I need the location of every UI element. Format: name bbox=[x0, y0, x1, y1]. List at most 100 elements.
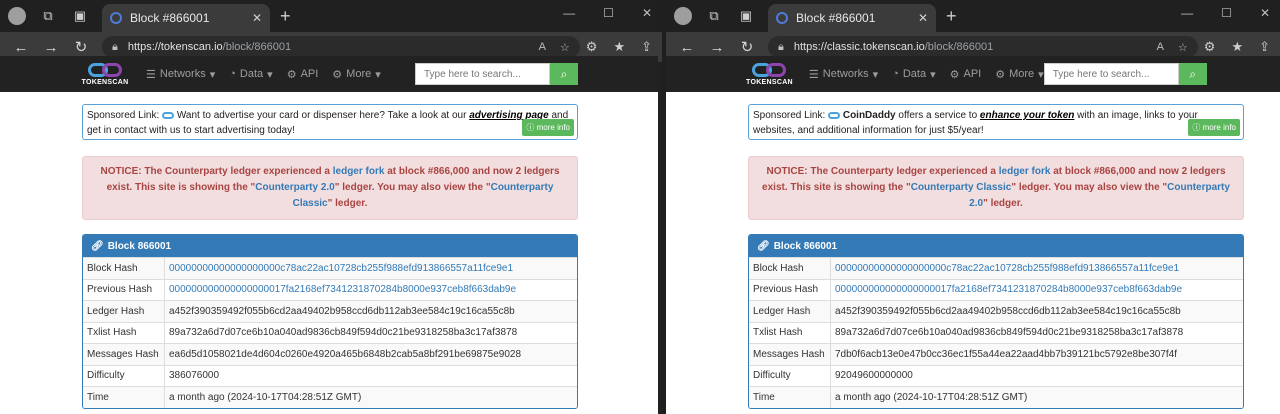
profile-avatar[interactable] bbox=[8, 7, 26, 25]
minimize-icon[interactable]: — bbox=[563, 6, 575, 20]
new-tab-button[interactable]: + bbox=[280, 6, 291, 27]
close-tab-icon[interactable]: ✕ bbox=[918, 11, 928, 25]
read-aloud-icon[interactable]: A bbox=[539, 41, 546, 54]
new-tab-button[interactable]: + bbox=[946, 6, 957, 27]
forward-icon[interactable]: → bbox=[36, 39, 66, 56]
back-icon[interactable]: ← bbox=[6, 39, 36, 56]
row-label: Messages Hash bbox=[749, 344, 831, 365]
menu-more[interactable]: ⚙ More ▾ bbox=[332, 68, 380, 81]
current-ledger-link[interactable]: Counterparty Classic bbox=[911, 182, 1012, 193]
notice-text-1: NOTICE: The Counterparty ledger experien… bbox=[766, 166, 999, 177]
row-value-link[interactable]: 00000000000000000000c78ac22ac10728cb255f… bbox=[831, 258, 1243, 279]
row-label: Txlist Hash bbox=[749, 322, 831, 343]
refresh-icon[interactable]: ↻ bbox=[732, 38, 762, 56]
row-value-link[interactable]: 000000000000000000017fa2168ef73412318702… bbox=[831, 280, 1243, 301]
menu-api[interactable]: ⚙ API bbox=[287, 68, 319, 81]
dashboard-icon: ◔ bbox=[229, 68, 236, 80]
current-ledger-link[interactable]: Counterparty 2.0 bbox=[255, 182, 334, 193]
tab-strip: ⧉ ▣ Block #866001 ✕ + — ☐ ✕ bbox=[0, 0, 662, 32]
tokenscan-logo-icon bbox=[752, 62, 787, 77]
sponsor-brand[interactable]: CoinDaddy bbox=[843, 110, 896, 121]
more-info-label: more info bbox=[1202, 123, 1236, 132]
row-value-link[interactable]: 00000000000000000000c78ac22ac10728cb255f… bbox=[165, 258, 577, 279]
row-value-link[interactable]: 000000000000000000017fa2168ef73412318702… bbox=[165, 280, 577, 301]
database-icon: ☰ bbox=[808, 68, 819, 81]
back-icon[interactable]: ← bbox=[672, 39, 702, 56]
read-aloud-icon[interactable]: A bbox=[1157, 41, 1164, 54]
tokenscan-logo[interactable]: TOKENSCAN bbox=[80, 58, 130, 90]
address-bar[interactable]: 🔒︎ https://classic.tokenscan.io/block/86… bbox=[768, 36, 1198, 58]
tab-active[interactable]: Block #866001 ✕ bbox=[768, 4, 936, 32]
close-window-icon[interactable]: ✕ bbox=[642, 6, 652, 20]
search-input[interactable]: Type here to search... bbox=[415, 63, 550, 85]
search-button[interactable]: ⌕ bbox=[1178, 63, 1207, 85]
site-menu: ☰ Networks ▾ ◔ Data ▾ ⚙ API ⚙ More ▾ bbox=[146, 68, 381, 81]
extensions-icon[interactable]: ⚙ bbox=[1204, 39, 1216, 55]
menu-api[interactable]: ⚙ API bbox=[950, 68, 982, 81]
favorite-star-icon[interactable]: ☆ bbox=[560, 41, 570, 54]
ledger-fork-notice: NOTICE: The Counterparty ledger experien… bbox=[748, 156, 1244, 220]
tokenscan-favicon-icon bbox=[110, 12, 122, 24]
menu-data[interactable]: ◔ Data ▾ bbox=[229, 68, 272, 81]
close-window-icon[interactable]: ✕ bbox=[1260, 6, 1270, 20]
table-row: Messages Hash 7db0f6acb13e0e47b0cc36ec1f5… bbox=[749, 343, 1243, 365]
url-path: /block/866001 bbox=[222, 41, 292, 53]
more-info-label: more info bbox=[536, 123, 570, 132]
block-panel-header: 🔗︎ Block 866001 bbox=[749, 235, 1243, 257]
block-details-panel: 🔗︎ Block 866001 Block Hash 000000000000000… bbox=[82, 234, 578, 409]
lock-icon[interactable]: 🔒︎ bbox=[778, 41, 784, 54]
favorite-star-icon[interactable]: ☆ bbox=[1178, 41, 1188, 54]
favorites-icon[interactable]: ★ bbox=[1231, 39, 1243, 55]
maximize-icon[interactable]: ☐ bbox=[1221, 6, 1232, 20]
menu-networks[interactable]: ☰ Networks ▾ bbox=[809, 68, 878, 81]
row-label: Previous Hash bbox=[83, 279, 165, 300]
collections-icon[interactable]: ⧉ bbox=[702, 4, 726, 28]
menu-more-label: More bbox=[1009, 68, 1035, 80]
sponsor-logo-icon bbox=[162, 111, 175, 119]
row-value: 89a732a6d7d07ce6b10a040ad9836cb849f594d0… bbox=[835, 327, 1184, 339]
tab-actions-icon[interactable]: ▣ bbox=[734, 4, 758, 28]
row-label: Ledger Hash bbox=[83, 301, 165, 322]
forward-icon[interactable]: → bbox=[702, 39, 732, 56]
table-row: Block Hash 00000000000000000000c78ac22ac1… bbox=[749, 257, 1243, 279]
more-info-button[interactable]: ⓘ more info bbox=[522, 119, 574, 136]
tab-strip: ⧉ ▣ Block #866001 ✕ + — ☐ ✕ bbox=[666, 0, 1280, 32]
notice-text-3: " ledger. You may also view the " bbox=[1011, 182, 1168, 193]
lock-icon[interactable]: 🔒︎ bbox=[112, 41, 118, 54]
extensions-icon[interactable]: ⚙ bbox=[586, 39, 598, 55]
table-row: Previous Hash 000000000000000000017fa2168… bbox=[749, 278, 1243, 301]
block-title: Block 866001 bbox=[773, 240, 838, 252]
sponsor-link[interactable]: enhance your token bbox=[980, 110, 1074, 121]
row-label: Block Hash bbox=[749, 258, 831, 279]
collections-icon[interactable]: ⧉ bbox=[36, 4, 60, 28]
ledger-fork-link[interactable]: ledger fork bbox=[999, 166, 1051, 177]
ledger-fork-link[interactable]: ledger fork bbox=[333, 166, 385, 177]
table-row: Previous Hash 000000000000000000017fa2168… bbox=[83, 278, 577, 301]
share-icon[interactable]: ⇪ bbox=[641, 39, 652, 55]
favorites-icon[interactable]: ★ bbox=[613, 39, 625, 55]
search-button[interactable]: ⌕ bbox=[550, 63, 578, 85]
minimize-icon[interactable]: — bbox=[1181, 6, 1193, 20]
notice-text-4: " ledger. bbox=[983, 198, 1023, 209]
refresh-icon[interactable]: ↻ bbox=[66, 38, 96, 56]
row-value: ea6d5d1058021de4d604c0260e4920a465b6848b… bbox=[169, 348, 522, 360]
close-tab-icon[interactable]: ✕ bbox=[252, 11, 262, 25]
row-value: a452f390359492f055b6cd2aa49402b958ccd6db… bbox=[169, 305, 515, 317]
tokenscan-logo[interactable]: TOKENSCAN bbox=[746, 58, 793, 90]
menu-more[interactable]: ⚙ More ▾ bbox=[995, 68, 1043, 81]
more-info-button[interactable]: ⓘ more info bbox=[1188, 119, 1240, 136]
menu-networks[interactable]: ☰ Networks ▾ bbox=[146, 68, 215, 81]
maximize-icon[interactable]: ☐ bbox=[603, 6, 614, 20]
sponsor-text-1: offers a service to bbox=[895, 110, 980, 121]
window-controls: — ☐ ✕ bbox=[563, 6, 652, 20]
address-bar[interactable]: 🔒︎ https://tokenscan.io/block/866001 A ☆ bbox=[102, 36, 580, 58]
tab-actions-icon[interactable]: ▣ bbox=[68, 4, 92, 28]
menu-data[interactable]: ◔ Data ▾ bbox=[892, 68, 935, 81]
table-row: Txlist Hash 89a732a6d7d07ce6b10a040ad9836… bbox=[749, 321, 1243, 343]
share-icon[interactable]: ⇪ bbox=[1259, 39, 1270, 55]
search-icon: ⌕ bbox=[1189, 66, 1197, 81]
web-page: TOKENSCAN ☰ Networks ▾ ◔ Data ▾ ⚙ API ⚙ More… bbox=[0, 56, 658, 414]
tab-active[interactable]: Block #866001 ✕ bbox=[102, 4, 270, 32]
search-input[interactable]: Type here to search... bbox=[1043, 63, 1179, 85]
profile-avatar[interactable] bbox=[674, 7, 692, 25]
